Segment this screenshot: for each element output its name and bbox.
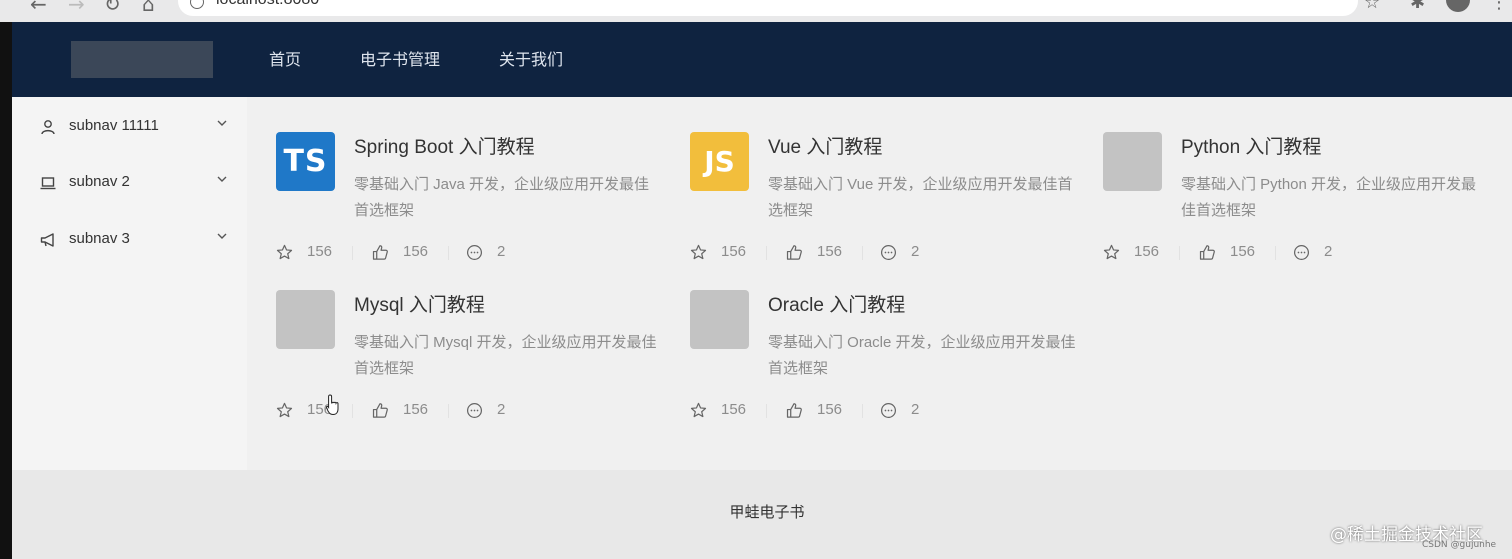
star-count: 156 <box>721 243 747 260</box>
divider <box>448 246 449 260</box>
ebook-card[interactable]: Python 入门教程 零基础入门 Python 开发，企业级应用开发最佳首选框… <box>1103 132 1503 282</box>
like-count: 156 <box>1230 243 1256 260</box>
star-count: 156 <box>721 401 747 418</box>
like-count: 156 <box>403 401 429 418</box>
chevron-down-icon <box>217 233 227 239</box>
address-bar[interactable] <box>178 0 1358 16</box>
ebook-title[interactable]: Vue 入门教程 <box>768 132 882 159</box>
forward-icon[interactable]: → <box>68 0 85 14</box>
menu-item-about[interactable]: 关于我们 <box>499 22 563 97</box>
comment-count: 2 <box>911 401 920 418</box>
divider <box>766 404 767 418</box>
ebook-actions: 156 156 2 <box>690 401 1020 421</box>
like-count: 156 <box>817 243 843 260</box>
sidebar-item-label: subnav 3 <box>69 230 130 247</box>
divider <box>352 404 353 418</box>
back-icon[interactable]: ← <box>30 0 47 14</box>
app-frame: 首页 电子书管理 关于我们 subnav 11111 subnav 2 subn… <box>12 22 1512 559</box>
browser-menu-icon[interactable]: ⋮ <box>1490 0 1508 13</box>
divider <box>1179 246 1180 260</box>
star-count: 156 <box>1134 243 1160 260</box>
divider <box>1275 246 1276 260</box>
ebook-description: 零基础入门 Vue 开发，企业级应用开发最佳首选框架 <box>768 176 1073 219</box>
footer-text: 甲蛙电子书 <box>729 503 805 521</box>
ebook-card[interactable]: TS Spring Boot 入门教程 零基础入门 Java 开发，企业级应用开… <box>276 132 676 282</box>
ebook-description: 零基础入门 Oracle 开发，企业级应用开发最佳首选框架 <box>768 334 1076 377</box>
comment-count: 2 <box>911 243 920 260</box>
footer: 甲蛙电子书 @稀土掘金技术社区 CSDN @gujunhe <box>12 470 1512 559</box>
logo <box>71 41 213 78</box>
user-icon <box>41 120 55 135</box>
sidebar-item-subnav-3[interactable]: subnav 3 <box>12 220 247 260</box>
ebook-title[interactable]: Mysql 入门教程 <box>354 290 485 317</box>
ebook-title[interactable]: Spring Boot 入门教程 <box>354 132 535 159</box>
ebook-title[interactable]: Python 入门教程 <box>1181 132 1321 159</box>
ebook-actions: 156 156 2 <box>690 243 1020 263</box>
divider <box>352 246 353 260</box>
divider <box>862 246 863 260</box>
ebook-card[interactable]: Mysql 入门教程 零基础入门 Mysql 开发，企业级应用开发最佳首选框架 … <box>276 290 676 440</box>
profile-avatar[interactable] <box>1446 0 1470 12</box>
extensions-icon[interactable]: ✱ <box>1410 0 1425 13</box>
browser-toolbar: ← → ↻ ⌂ localhost:8080 ☆ ✱ ⋮ <box>0 0 1512 22</box>
laptop-icon <box>40 177 56 190</box>
ebook-cover-avatar[interactable]: JS <box>690 132 749 191</box>
comment-count: 2 <box>497 401 506 418</box>
top-menu: 首页 电子书管理 关于我们 <box>257 22 610 97</box>
ebook-description: 零基础入门 Python 开发，企业级应用开发最佳首选框架 <box>1181 176 1477 219</box>
top-header: 首页 电子书管理 关于我们 <box>12 22 1512 97</box>
ebook-card[interactable]: Oracle 入门教程 零基础入门 Oracle 开发，企业级应用开发最佳首选框… <box>690 290 1090 440</box>
bookmark-star-icon[interactable]: ☆ <box>1364 0 1380 13</box>
sidebar-item-label: subnav 2 <box>69 173 130 190</box>
sidebar-item-label: subnav 11111 <box>69 117 159 134</box>
chevron-down-icon <box>217 120 227 126</box>
address-text[interactable]: localhost:8080 <box>216 0 319 9</box>
divider <box>766 246 767 260</box>
chevron-down-icon <box>217 176 227 182</box>
reload-icon[interactable]: ↻ <box>104 0 121 14</box>
menu-item-ebook-admin[interactable]: 电子书管理 <box>360 22 440 97</box>
megaphone-icon <box>40 233 54 247</box>
comment-count: 2 <box>497 243 506 260</box>
ebook-actions: 156 156 2 <box>276 243 606 263</box>
ebook-cover-avatar[interactable]: TS <box>276 132 335 191</box>
like-count: 156 <box>403 243 429 260</box>
ebook-description: 零基础入门 Mysql 开发，企业级应用开发最佳首选框架 <box>354 334 657 377</box>
divider <box>862 404 863 418</box>
menu-item-home[interactable]: 首页 <box>269 22 301 97</box>
comment-count: 2 <box>1324 243 1333 260</box>
ebook-title[interactable]: Oracle 入门教程 <box>768 290 905 317</box>
divider <box>448 404 449 418</box>
home-icon[interactable]: ⌂ <box>142 0 155 14</box>
ebook-cover-avatar[interactable] <box>276 290 335 349</box>
ebook-cover-avatar[interactable] <box>1103 132 1162 191</box>
hand-cursor-icon <box>326 394 339 416</box>
watermark-sub: CSDN @gujunhe <box>1422 540 1497 550</box>
ebook-description: 零基础入门 Java 开发，企业级应用开发最佳首选框架 <box>354 176 650 219</box>
sidebar-item-subnav-1[interactable]: subnav 11111 <box>12 107 247 147</box>
ebook-actions: 156 156 2 <box>1103 243 1433 263</box>
sidebar-item-subnav-2[interactable]: subnav 2 <box>12 163 247 203</box>
ebook-cover-avatar[interactable] <box>690 290 749 349</box>
sidebar: subnav 11111 subnav 2 subnav 3 <box>12 97 247 470</box>
ebook-card[interactable]: JS Vue 入门教程 零基础入门 Vue 开发，企业级应用开发最佳首选框架 1… <box>690 132 1090 282</box>
star-count: 156 <box>307 243 333 260</box>
like-count: 156 <box>817 401 843 418</box>
